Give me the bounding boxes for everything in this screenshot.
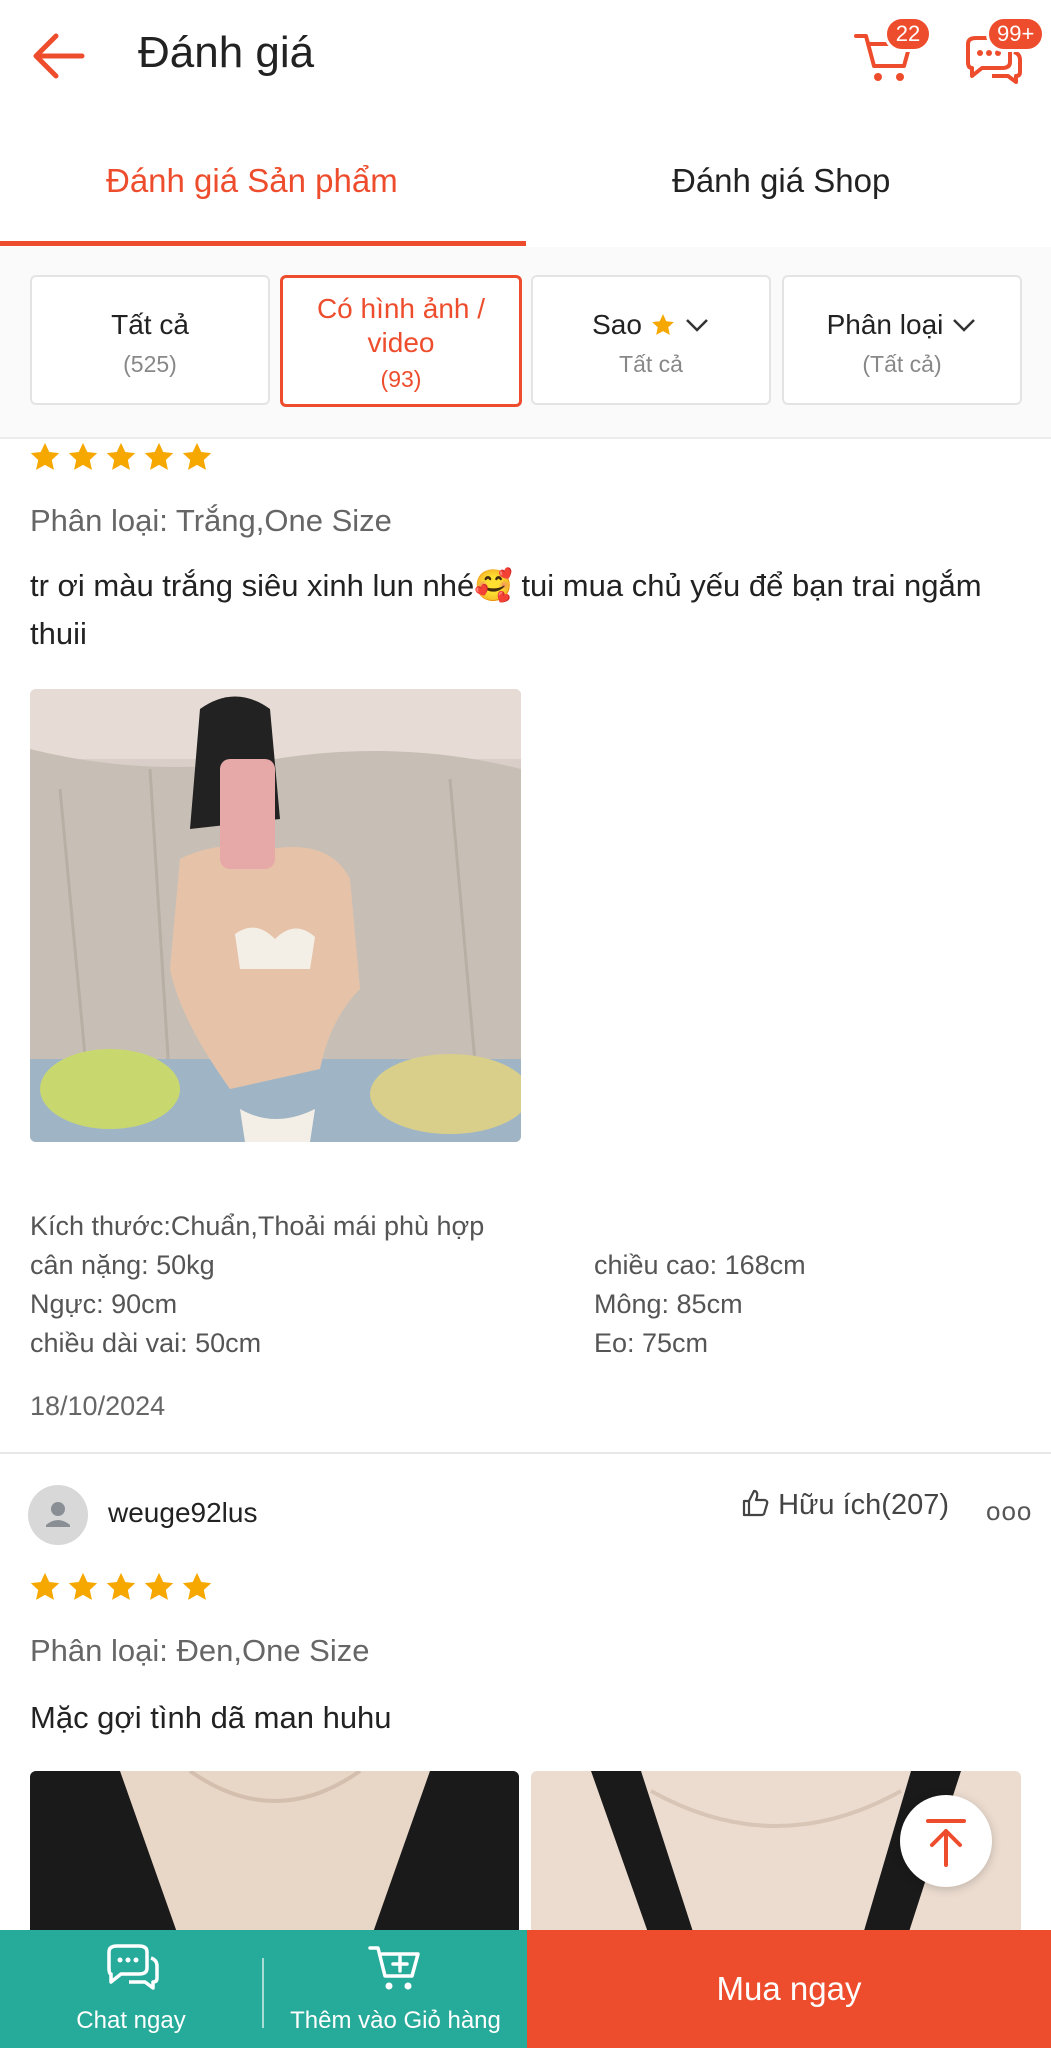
back-arrow-icon[interactable] [30, 30, 86, 82]
thumbs-up-icon [742, 1489, 769, 1517]
review-photo[interactable] [30, 1771, 519, 1941]
review-tabs: Đánh giá Sản phẩm Đánh giá Shop [0, 132, 1051, 249]
filter-all[interactable]: Tất cả (525) [30, 275, 270, 405]
helpful-count: (207) [881, 1489, 949, 1521]
review-filters: Tất cả (525) Có hình ảnh / video (93) Sa… [0, 247, 1051, 439]
star-icon [144, 1572, 174, 1600]
hips-detail: Mông: 85cm [594, 1289, 743, 1319]
star-icon [68, 442, 98, 470]
star-icon [106, 442, 136, 470]
buy-now-button[interactable]: Mua ngay [527, 1930, 1051, 2048]
review-photo-image [30, 1771, 519, 1941]
review-variant: Phân loại: Trắng,One Size [30, 503, 392, 538]
filter-variant-value: (Tất cả) [862, 351, 942, 377]
star-icon [652, 314, 674, 335]
filter-variant-label: Phân loại [826, 309, 944, 340]
helpful-label: Hữu ích [778, 1489, 882, 1521]
chat-button[interactable]: 99+ [958, 16, 1048, 90]
star-icon [30, 1572, 60, 1600]
review-photo[interactable] [30, 689, 521, 1142]
review-photo-image [30, 689, 521, 1142]
chat-icon [107, 1944, 159, 1990]
cart-badge: 22 [884, 16, 932, 52]
bottom-action-bar: Chat ngay Thêm vào Giỏ hàng Mua ngay [0, 1930, 1051, 2048]
filter-with-media-label: Có hình ảnh / video [316, 293, 486, 358]
review-comment: tr ơi màu trắng siêu xinh lun nhé🥰 tui m… [30, 568, 982, 651]
add-to-cart-icon [367, 1946, 420, 1990]
cart-button[interactable]: 22 [852, 16, 932, 90]
star-icon [106, 1572, 136, 1600]
review-divider [0, 1452, 1051, 1454]
filter-stars[interactable]: Sao Tất cả [531, 275, 771, 405]
rating-stars [28, 1570, 218, 1609]
waist-detail: Eo: 75cm [594, 1328, 709, 1358]
user-icon [46, 1502, 70, 1527]
filter-with-media-count: (93) [380, 366, 422, 392]
scroll-to-top-button[interactable] [900, 1795, 992, 1887]
helpful-button[interactable]: Hữu ích(207) [740, 1488, 949, 1522]
chevron-down-icon [686, 319, 708, 332]
fit-detail: Kích thước:Chuẩn,Thoải mái phù hợp [30, 1211, 485, 1241]
star-icon [144, 442, 174, 470]
chat-badge: 99+ [986, 16, 1046, 52]
chevron-down-icon [953, 319, 976, 332]
filter-with-media[interactable]: Có hình ảnh / video (93) [280, 275, 522, 407]
review-date: 18/10/2024 [30, 1391, 166, 1421]
page-title: Đánh giá [138, 28, 315, 77]
chat-now-label: Chat ngay [76, 2007, 186, 2034]
arrow-up-icon [926, 1819, 966, 1867]
star-icon [30, 442, 60, 470]
filter-variant[interactable]: Phân loại (Tất cả) [782, 275, 1022, 405]
filter-all-label: Tất cả [111, 309, 189, 340]
bust-detail: Ngực: 90cm [30, 1289, 178, 1319]
review-comment: Mặc gợi tình dã man huhu [30, 1700, 392, 1735]
filter-stars-label: Sao [592, 309, 642, 340]
star-icon [68, 1572, 98, 1600]
rating-stars [28, 440, 218, 479]
height-detail: chiều cao: 168cm [594, 1250, 806, 1280]
weight-detail: cân nặng: 50kg [30, 1250, 215, 1280]
more-options-icon[interactable]: ooo [986, 1496, 1032, 1527]
reviewer-username: weuge92lus [108, 1497, 258, 1528]
chat-now-button[interactable]: Chat ngay [0, 1930, 262, 2048]
add-to-cart-button[interactable]: Thêm vào Giỏ hàng [264, 1930, 527, 2048]
review-variant: Phân loại: Đen,One Size [30, 1633, 370, 1668]
bottom-bar-left: Chat ngay Thêm vào Giỏ hàng [0, 1930, 527, 2048]
star-icon [182, 1572, 212, 1600]
tab-product-reviews[interactable]: Đánh giá Sản phẩm [106, 162, 398, 200]
star-icon [182, 442, 212, 470]
app-header: Đánh giá 22 99+ [0, 0, 1051, 115]
tab-shop-reviews[interactable]: Đánh giá Shop [672, 162, 890, 200]
avatar[interactable] [28, 1485, 88, 1545]
filter-stars-value: Tất cả [619, 351, 683, 377]
add-to-cart-label: Thêm vào Giỏ hàng [290, 2007, 501, 2034]
shoulder-detail: chiều dài vai: 50cm [30, 1328, 262, 1358]
filter-all-count: (525) [123, 351, 177, 377]
active-tab-indicator [0, 241, 526, 246]
